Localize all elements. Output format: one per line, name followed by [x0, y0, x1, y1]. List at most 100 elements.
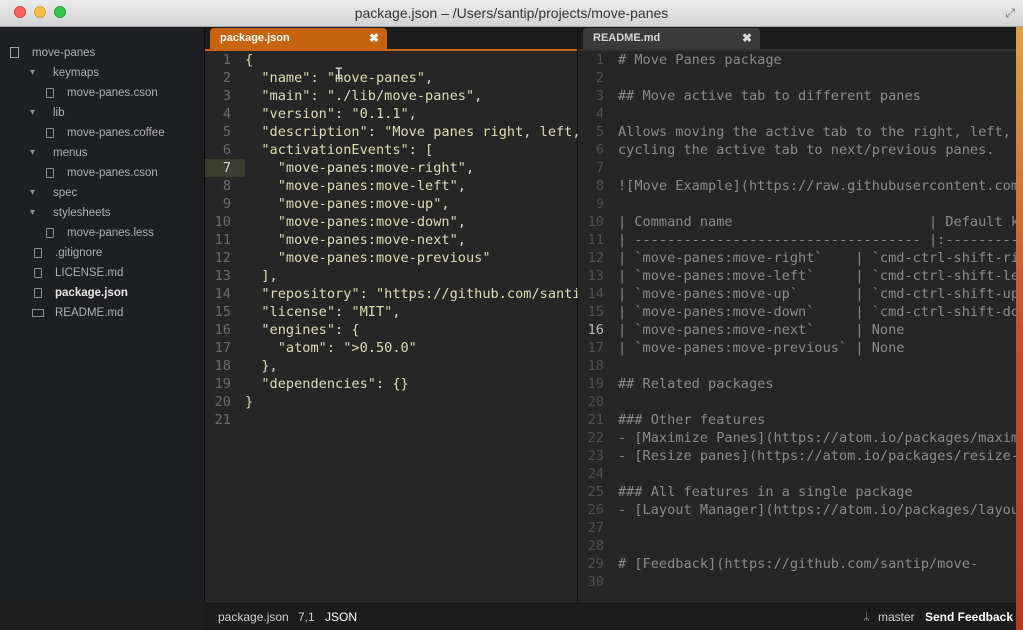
tab-package-json[interactable]: package.json ✖: [210, 28, 387, 49]
status-file-path[interactable]: package.json: [218, 604, 289, 630]
file-icon: [34, 288, 42, 298]
line-number: 5: [222, 124, 231, 140]
code-line: | `move-panes:move-down` | `cmd-ctrl-shi…: [618, 304, 1023, 320]
tree-item[interactable]: move-panes.cson: [0, 83, 205, 103]
tree-item[interactable]: ▾ menus: [0, 143, 205, 163]
line-number: 1: [222, 52, 231, 68]
line-number: 13: [214, 268, 231, 284]
line-number: 6: [595, 142, 604, 158]
tree-item[interactable]: move-panes.less: [0, 223, 205, 243]
tree-item[interactable]: package.json: [0, 283, 205, 303]
line-number: 22: [587, 430, 604, 446]
line-number: 3: [222, 88, 231, 104]
code-line: | `move-panes:move-previous` | None: [618, 340, 905, 356]
line-number: 28: [587, 538, 604, 554]
code-editor-left[interactable]: 1 2 3 4 5 6 7 8 9 10 11 12 13 14 15 16 17 18 19 20 21 { "nam…: [205, 51, 589, 603]
code-line: ### All features in a single package: [618, 484, 913, 500]
chevron-down-icon[interactable]: ▾: [30, 108, 40, 118]
code-line: "move-panes:move-up",: [245, 196, 450, 212]
line-number: 9: [595, 196, 604, 212]
desktop-background: [1016, 27, 1023, 630]
line-number: 21: [587, 412, 604, 428]
send-feedback-button[interactable]: Send Feedback: [925, 604, 1013, 630]
chevron-down-icon[interactable]: ▾: [30, 68, 40, 78]
code-line: ## Move active tab to different panes: [618, 88, 921, 104]
file-icon: [46, 168, 54, 178]
line-number: 20: [587, 394, 604, 410]
tree-item[interactable]: move-panes: [0, 43, 205, 63]
tree-item-label: LICENSE.md: [55, 267, 124, 279]
close-icon[interactable]: ✖: [369, 28, 379, 49]
tree-item[interactable]: ▾ stylesheets: [0, 203, 205, 223]
tree-item[interactable]: ▾ spec: [0, 183, 205, 203]
chevron-down-icon[interactable]: ▾: [30, 188, 40, 198]
line-number: 16: [587, 322, 604, 338]
tab-label: package.json: [220, 32, 290, 44]
code-line: | Command name | Default ke: [618, 214, 1023, 230]
code-line: "move-panes:move-left",: [245, 178, 466, 194]
code-line: "version": "0.1.1",: [245, 106, 417, 122]
status-git-branch[interactable]: master: [878, 604, 915, 630]
tree-item-label: move-panes: [32, 47, 96, 59]
tree-item-label: move-panes.cson: [67, 167, 158, 179]
tree-item-label: move-panes.less: [67, 227, 154, 239]
line-number: 2: [222, 70, 231, 86]
tree-item[interactable]: ▾ keymaps: [0, 63, 205, 83]
line-number: 27: [587, 520, 604, 536]
line-number: 4: [222, 106, 231, 122]
line-number: 10: [214, 214, 231, 230]
tree-item[interactable]: move-panes.cson: [0, 163, 205, 183]
line-number: 10: [587, 214, 604, 230]
line-number: 29: [587, 556, 604, 572]
code-line: }: [245, 394, 254, 410]
line-number: 26: [587, 502, 604, 518]
line-number-gutter: 1 2 3 4 5 6 7 8 9 10 11 12 13 14 15 16 17 18 19 20 21 22 23 24 2…: [578, 51, 612, 603]
code-line: | ----------------------------------- |:…: [618, 232, 1023, 248]
line-number: 12: [587, 250, 604, 266]
line-number: 18: [214, 358, 231, 374]
code-line: cycling the active tab to next/previous …: [618, 142, 995, 158]
tree-item[interactable]: README.md: [0, 303, 205, 323]
tree-item[interactable]: LICENSE.md: [0, 263, 205, 283]
status-cursor-position[interactable]: 7,1: [298, 604, 315, 630]
line-number: 17: [214, 340, 231, 356]
code-line: "move-panes:move-right",: [245, 160, 475, 176]
code-line: "engines": {: [245, 322, 360, 338]
status-grammar[interactable]: JSON: [325, 604, 357, 630]
markdown-icon: [32, 309, 44, 317]
code-line: "activationEvents": [: [245, 142, 434, 158]
code-line: "move-panes:move-previous": [245, 250, 491, 266]
tree-item[interactable]: move-panes.coffee: [0, 123, 205, 143]
tree-item-label: move-panes.cson: [67, 87, 158, 99]
line-number: 17: [587, 340, 604, 356]
chevron-down-icon[interactable]: ▾: [30, 148, 40, 158]
line-number: 3: [595, 88, 604, 104]
file-icon: [46, 228, 54, 238]
line-number-gutter: 1 2 3 4 5 6 7 8 9 10 11 12 13 14 15 16 17 18 19 20 21: [205, 51, 239, 603]
line-number: 8: [595, 178, 604, 194]
line-number: 15: [214, 304, 231, 320]
status-bar: package.json 7,1 JSON ᛦ master Send Feed…: [205, 603, 1023, 630]
code-line: Allows moving the active tab to the righ…: [618, 124, 1023, 140]
tree-item[interactable]: .gitignore: [0, 243, 205, 263]
editor-pane-left: package.json ✖ 1 2 3 4 5 6 7 8 9 10 11 12 13 14 15 16 17…: [205, 27, 589, 603]
line-number: 21: [214, 412, 231, 428]
fullscreen-icon[interactable]: ⤢: [1005, 6, 1015, 21]
tree-view: move-panes ▾ keymaps move-panes.cson ▾ lib mov…: [0, 27, 205, 603]
line-number: 12: [214, 250, 231, 266]
close-icon[interactable]: ✖: [742, 28, 752, 49]
code-editor-right[interactable]: 1 2 3 4 5 6 7 8 9 10 11 12 13 14 15 16 17 18 19 20 21 22 23 24 2…: [578, 51, 1023, 603]
code-line: | `move-panes:move-right` | `cmd-ctrl-sh…: [618, 250, 1023, 266]
tree-item[interactable]: ▾ lib: [0, 103, 205, 123]
file-icon: [46, 128, 54, 138]
line-number: 14: [587, 286, 604, 302]
tab-readme-md[interactable]: README.md ✖: [583, 28, 760, 49]
code-line: - [Maximize Panes](https://atom.io/packa…: [618, 430, 1023, 446]
window-title: package.json – /Users/santip/projects/mo…: [354, 5, 669, 21]
tree-item-label: .gitignore: [55, 247, 103, 259]
chevron-down-icon[interactable]: ▾: [30, 208, 40, 218]
code-line: ],: [245, 268, 278, 284]
line-number: 13: [587, 268, 604, 284]
tree-item-label: stylesheets: [53, 207, 111, 219]
tab-label: README.md: [593, 32, 661, 44]
